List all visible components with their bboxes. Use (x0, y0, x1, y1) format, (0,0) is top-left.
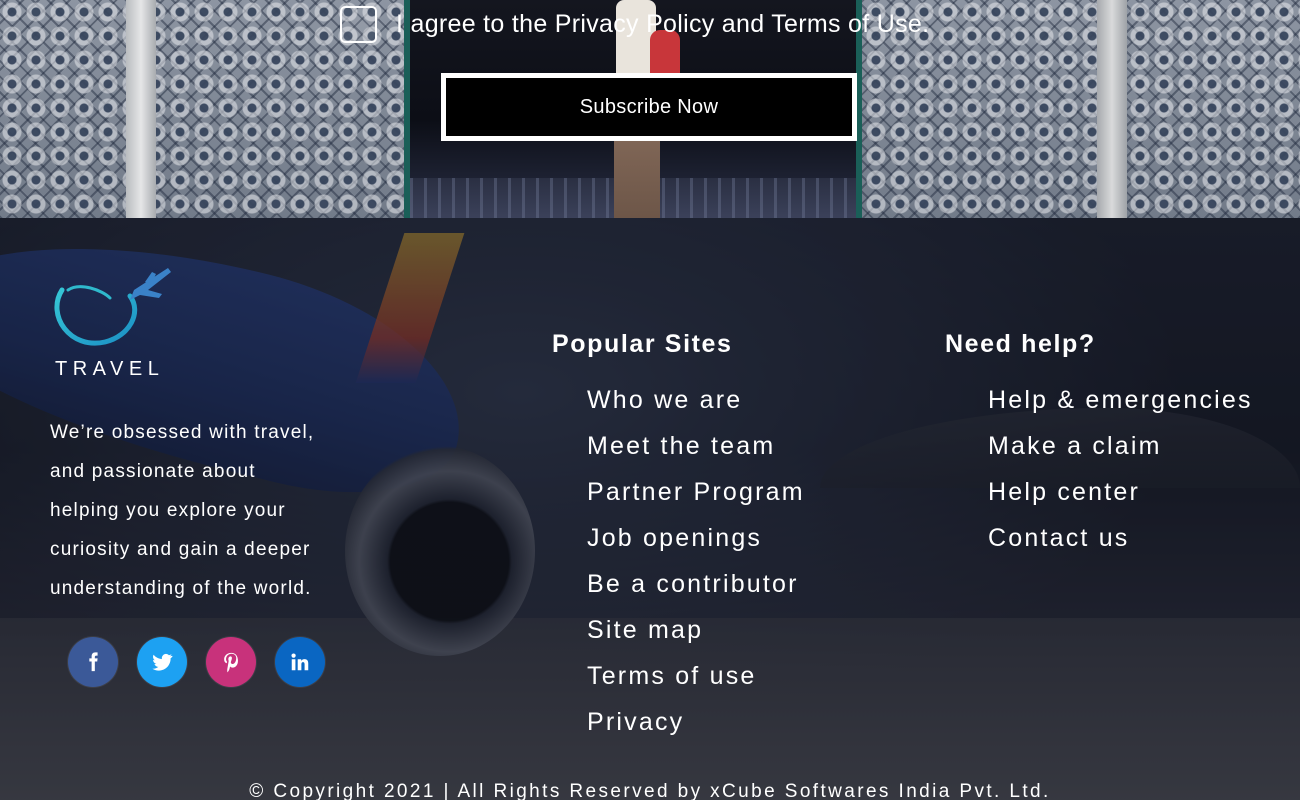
link-job-openings[interactable]: Job openings (587, 524, 805, 570)
need-help-heading: Need help? (945, 330, 1096, 358)
pinterest-button[interactable] (206, 637, 256, 687)
popular-sites-heading: Popular Sites (552, 330, 733, 358)
facebook-icon (89, 652, 98, 672)
link-meet-the-team[interactable]: Meet the team (587, 432, 805, 478)
background-pillar (126, 0, 156, 218)
agree-row: I agree to the Privacy Policy and Terms … (340, 5, 929, 43)
facebook-button[interactable] (68, 637, 118, 687)
plane-swoosh-icon (54, 268, 171, 346)
need-help-list: Help & emergencies Make a claim Help cen… (988, 386, 1253, 570)
subscribe-section: I agree to the Privacy Policy and Terms … (0, 0, 1300, 218)
social-links (68, 637, 325, 687)
twitter-button[interactable] (137, 637, 187, 687)
footer: TRAVEL We’re obsessed with travel, and p… (0, 218, 1300, 800)
link-make-a-claim[interactable]: Make a claim (988, 432, 1253, 478)
background-pillar (1097, 0, 1127, 218)
popular-sites-list: Who we are Meet the team Partner Program… (587, 386, 805, 754)
link-privacy[interactable]: Privacy (587, 708, 805, 754)
link-be-a-contributor[interactable]: Be a contributor (587, 570, 805, 616)
link-who-we-are[interactable]: Who we are (587, 386, 805, 432)
subscribe-button[interactable]: Subscribe Now (441, 73, 857, 141)
agree-label: I agree to the Privacy Policy and Terms … (396, 9, 930, 38)
about-text: We’re obsessed with travel, and passiona… (50, 422, 315, 599)
logo-text: TRAVEL (55, 358, 165, 380)
link-contact-us[interactable]: Contact us (988, 524, 1253, 570)
agree-checkbox[interactable] (340, 5, 377, 43)
link-terms-of-use[interactable]: Terms of use (587, 662, 805, 708)
pinterest-icon (224, 652, 238, 673)
link-help-center[interactable]: Help center (988, 478, 1253, 524)
linkedin-icon (291, 653, 309, 671)
twitter-icon (152, 653, 173, 671)
link-help-emergencies[interactable]: Help & emergencies (988, 386, 1253, 432)
copyright-text: © Copyright 2021 | All Rights Reserved b… (249, 781, 1051, 800)
linkedin-button[interactable] (275, 637, 325, 687)
link-site-map[interactable]: Site map (587, 616, 805, 662)
link-partner-program[interactable]: Partner Program (587, 478, 805, 524)
